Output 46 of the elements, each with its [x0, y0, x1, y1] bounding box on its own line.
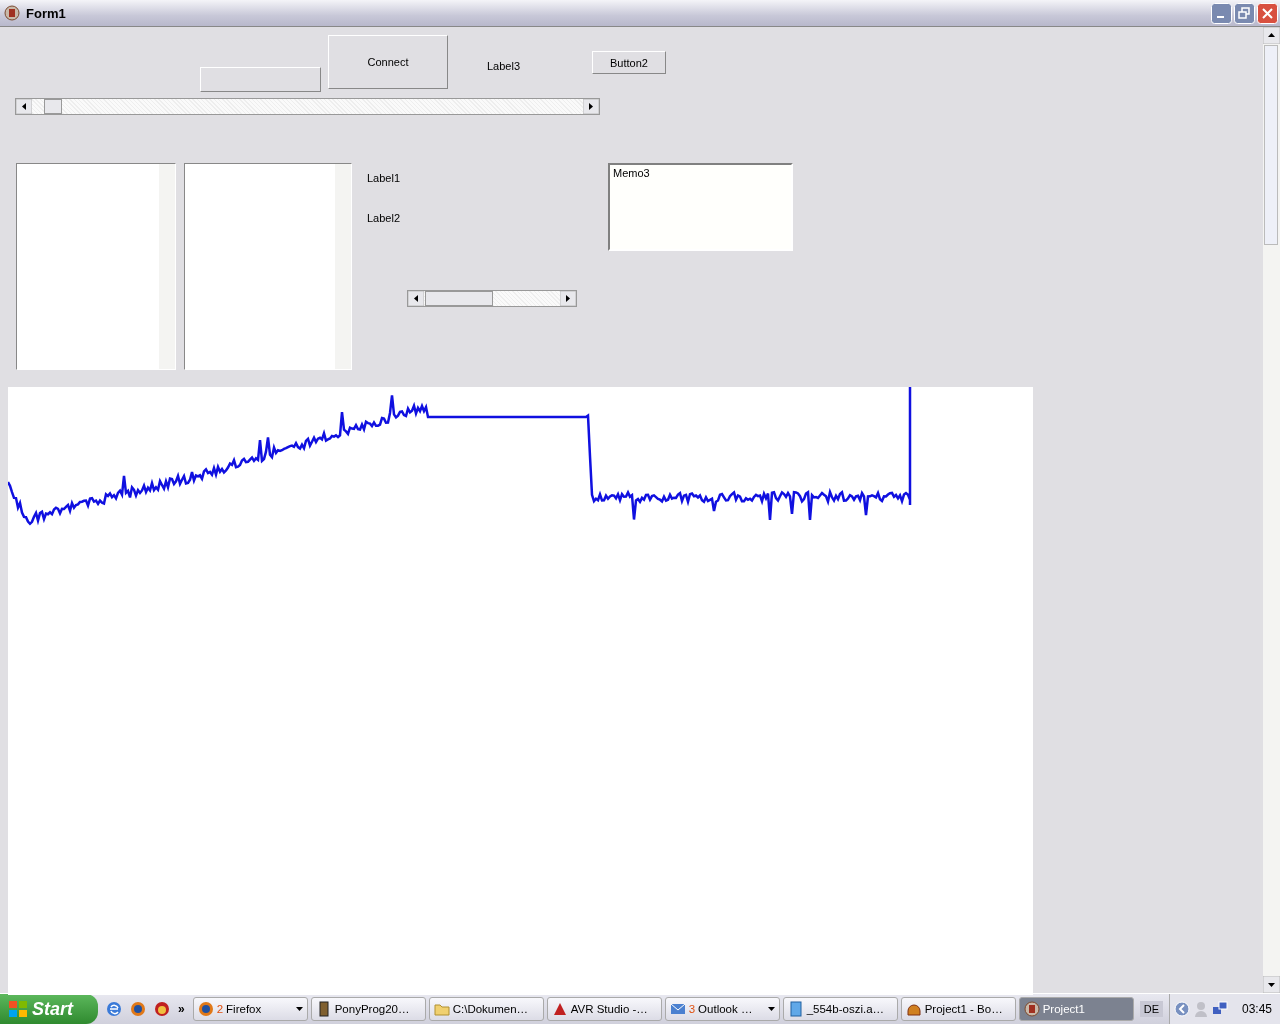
memo-field[interactable]: Memo3: [608, 163, 793, 251]
button2[interactable]: Button2: [592, 51, 666, 74]
scroll-up-button[interactable]: [1263, 27, 1280, 44]
caret-icon: [767, 1007, 775, 1011]
connect-button[interactable]: Connect: [328, 35, 448, 89]
chevron-icon[interactable]: [1173, 1001, 1190, 1017]
language-indicator[interactable]: DE: [1139, 1001, 1163, 1017]
media-icon[interactable]: [154, 1001, 170, 1017]
caret-icon: [295, 1007, 303, 1011]
close-button[interactable]: [1257, 2, 1278, 24]
window-title: Form1: [26, 5, 67, 21]
browser-icon[interactable]: [106, 1001, 122, 1017]
more-button[interactable]: »: [178, 1002, 185, 1016]
scroll-left-button[interactable]: [408, 291, 424, 306]
taskbar-button[interactable]: 3 Outlook …: [664, 997, 780, 1021]
taskbar-button[interactable]: AVR Studio -…: [546, 997, 662, 1021]
taskbar-button[interactable]: PonyProg20…: [310, 997, 426, 1021]
browser-icon[interactable]: [130, 1001, 146, 1017]
scroll-right-button[interactable]: [560, 291, 576, 306]
folder-icon: [433, 1001, 450, 1017]
restore-button[interactable]: [1234, 2, 1255, 24]
minimize-button[interactable]: [1211, 2, 1232, 24]
horizontal-scrollbar[interactable]: [407, 290, 577, 307]
envelope-icon: [669, 1001, 686, 1017]
clock: 03:45: [1241, 1002, 1272, 1016]
network-icon[interactable]: [1211, 1001, 1228, 1017]
app-icon: [4, 5, 20, 21]
taskbar-button[interactable]: _554b-oszi.a…: [782, 997, 898, 1021]
label: Label2: [367, 212, 401, 224]
label: Label1: [367, 172, 401, 184]
taskbar-button[interactable]: C:\Dokumen…: [428, 997, 544, 1021]
label: Label3: [487, 60, 521, 72]
taskbar-button[interactable]: 2 Firefox: [192, 997, 308, 1021]
taskbar-button[interactable]: Project1 - Bo…: [900, 997, 1016, 1021]
empty-button[interactable]: [200, 67, 321, 92]
horizontal-scrollbar[interactable]: [15, 98, 600, 115]
scroll-down-button[interactable]: [1263, 976, 1280, 993]
taskbar-button[interactable]: Project1: [1018, 997, 1134, 1021]
scrollbar-thumb[interactable]: [1264, 45, 1278, 245]
scrollbar-thumb[interactable]: [44, 99, 62, 114]
document-icon: [787, 1001, 804, 1017]
windows-logo-icon: [8, 1000, 28, 1018]
app-icon: [1023, 1001, 1040, 1017]
vertical-scrollbar[interactable]: [1263, 27, 1280, 993]
scroll-right-button[interactable]: [583, 99, 599, 114]
scroll-left-button[interactable]: [16, 99, 32, 114]
